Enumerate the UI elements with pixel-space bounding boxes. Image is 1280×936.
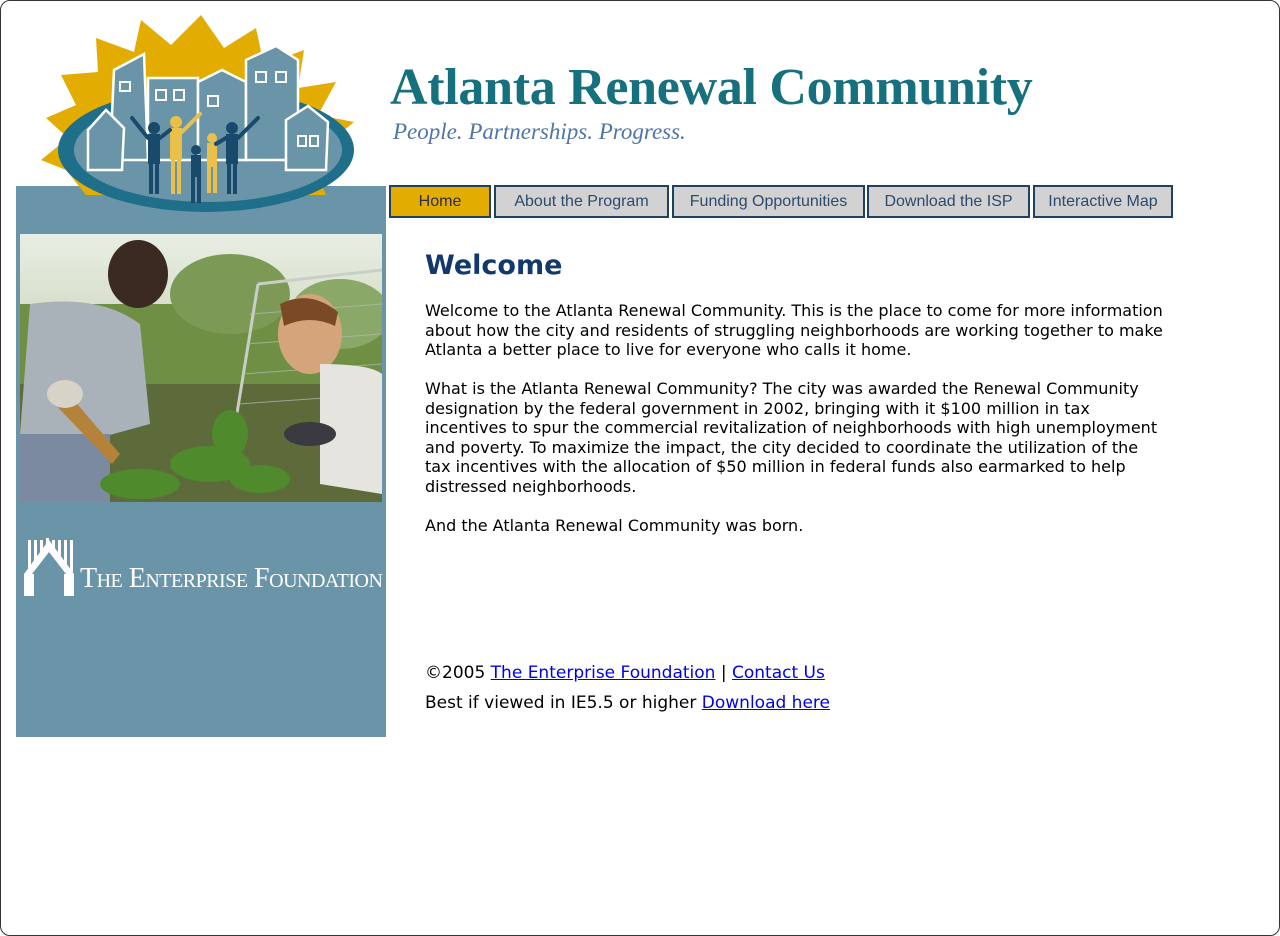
- footer: ©2005 The Enterprise Foundation | Contac…: [425, 663, 830, 723]
- main-content: Welcome Welcome to the Atlanta Renewal C…: [425, 250, 1165, 555]
- footer-separator: |: [720, 663, 727, 683]
- nav-funding-opportunities[interactable]: Funding Opportunities: [672, 185, 865, 218]
- browser-note-line: Best if viewed in IE5.5 or higher Downlo…: [425, 693, 830, 723]
- enterprise-foundation-logo-text: The Enterprise Foundation: [80, 563, 383, 594]
- site-tagline: People. Partnerships. Progress.: [393, 119, 686, 144]
- closing-paragraph: And the Atlanta Renewal Community was bo…: [425, 515, 804, 535]
- about-paragraph: What is the Atlanta Renewal Community? T…: [425, 379, 1158, 496]
- volunteers-photo: [20, 234, 382, 502]
- enterprise-foundation-link[interactable]: The Enterprise Foundation: [491, 663, 716, 683]
- nav-interactive-map[interactable]: Interactive Map: [1033, 185, 1173, 218]
- footer-links-line: ©2005 The Enterprise Foundation | Contac…: [425, 663, 830, 693]
- browser-note-text: Best if viewed in IE5.5 or higher: [425, 693, 697, 713]
- page-heading: Welcome: [425, 250, 563, 281]
- nav-about-the-program[interactable]: About the Program: [494, 185, 669, 218]
- site-title: Atlanta Renewal Community: [390, 59, 1033, 116]
- intro-paragraph: Welcome to the Atlanta Renewal Community…: [425, 301, 1163, 359]
- download-browser-link[interactable]: Download here: [702, 693, 830, 713]
- contact-us-link[interactable]: Contact Us: [732, 663, 825, 683]
- copyright-text: ©2005: [425, 663, 486, 683]
- nav-home[interactable]: Home: [389, 185, 491, 218]
- atlanta-renewal-logo: [41, 15, 354, 212]
- nav-download-the-isp[interactable]: Download the ISP: [867, 185, 1030, 218]
